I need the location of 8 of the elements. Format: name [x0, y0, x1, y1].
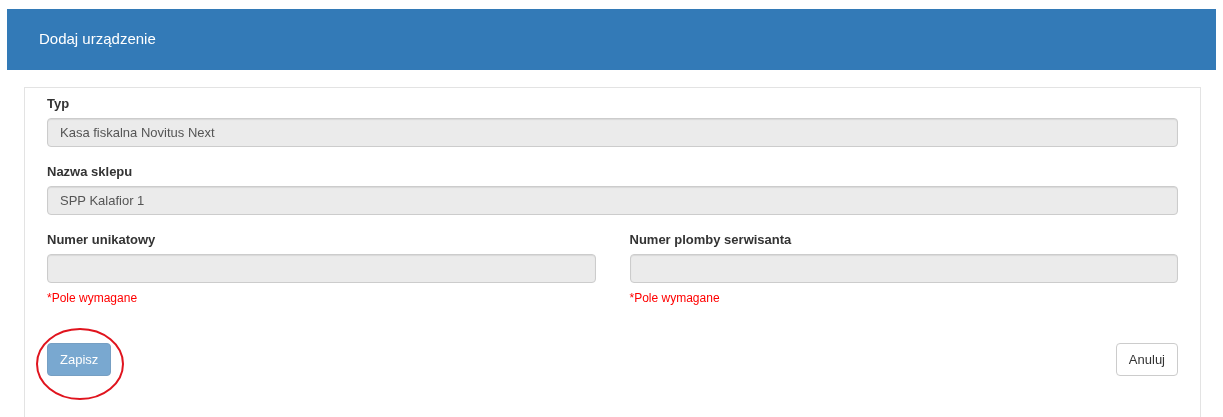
error-message: *Pole wymagane — [47, 291, 139, 306]
dialog-title: Dodaj urządzenie — [39, 29, 156, 50]
field-label: Numer plomby serwisanta — [629, 232, 793, 248]
error-message: *Pole wymagane — [629, 291, 721, 306]
field-label: Numer unikatowy — [47, 232, 157, 248]
field-label: Nazwa sklepu — [47, 164, 134, 180]
cancel-button[interactable]: Anuluj — [1115, 343, 1178, 376]
field-label: Typ — [47, 96, 71, 112]
